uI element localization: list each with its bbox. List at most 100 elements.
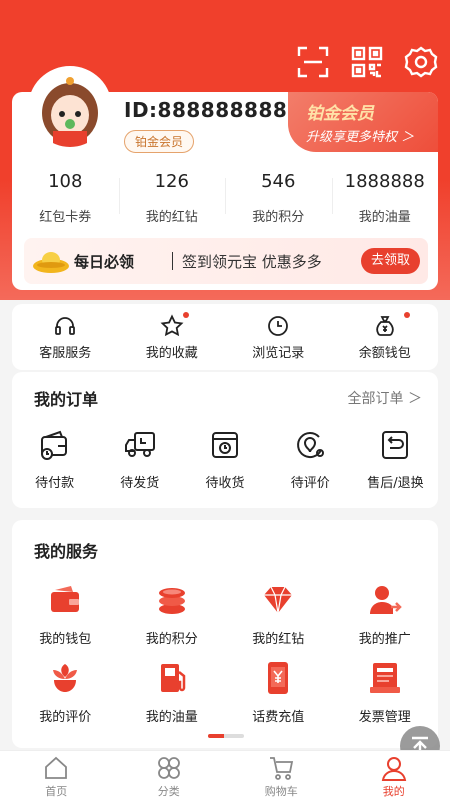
order-after-sales[interactable]: 售后/退换 <box>353 428 438 491</box>
tab-label: 分类 <box>157 785 180 798</box>
order-pending-receipt[interactable]: 待收货 <box>182 428 267 491</box>
order-pending-review[interactable]: 待评价 <box>268 428 353 491</box>
diamond-icon <box>260 582 296 618</box>
services-title: 我的服务 <box>34 542 99 561</box>
service-label: 我的红钻 <box>252 632 305 647</box>
quick-links-card: 客服服务 我的收藏 浏览记录 余额钱包 <box>12 304 438 370</box>
tab-home[interactable]: 首页 <box>0 751 113 800</box>
service-promotion[interactable]: 我的推广 <box>332 582 439 647</box>
vip-title: 铂金会员 <box>306 104 374 124</box>
service-label: 我的推广 <box>358 632 411 647</box>
package-icon <box>208 428 242 462</box>
service-phone-recharge[interactable]: 话费充值 <box>225 660 332 725</box>
flower-icon <box>47 660 83 696</box>
user-id: ID:888888888 <box>124 98 288 122</box>
category-icon <box>156 755 182 781</box>
user-icon <box>381 755 407 781</box>
home-icon <box>43 755 69 781</box>
all-orders-link[interactable]: 全部订单 ＞ <box>348 388 422 408</box>
avatar[interactable] <box>28 66 112 150</box>
tab-cart[interactable]: 购物车 <box>225 751 338 800</box>
service-label: 话费充值 <box>252 710 305 725</box>
order-pending-payment[interactable]: 待付款 <box>12 428 97 491</box>
order-status-label: 售后/退换 <box>367 476 424 491</box>
stat-coupons[interactable]: 108 红包卡券 <box>12 168 119 225</box>
service-label: 发票管理 <box>358 710 411 725</box>
services-row-2: 我的评价 我的油量 话费充值 发票管理 <box>12 660 438 725</box>
quick-wallet[interactable]: 余额钱包 <box>332 304 439 370</box>
headset-icon <box>53 314 77 338</box>
divider <box>172 252 173 270</box>
scan-icon[interactable] <box>296 45 330 79</box>
clock-icon <box>266 314 290 338</box>
coins-icon <box>154 582 190 618</box>
stat-value: 108 <box>48 171 83 192</box>
stat-label: 我的积分 <box>252 210 305 225</box>
tab-label: 首页 <box>45 785 68 798</box>
stat-value: 126 <box>154 171 189 192</box>
orders-title: 我的订单 <box>34 390 99 409</box>
cart-icon <box>268 755 294 781</box>
truck-icon <box>123 428 157 462</box>
stat-label: 我的油量 <box>358 210 411 225</box>
tab-mine[interactable]: 我的 <box>338 751 450 800</box>
order-status-label: 待付款 <box>35 476 75 491</box>
money-bag-icon <box>373 314 397 338</box>
daily-checkin-banner[interactable]: 每日必领 签到领元宝 优惠多多 去领取 <box>24 238 428 284</box>
service-reviews[interactable]: 我的评价 <box>12 660 119 725</box>
member-level-badge: 铂金会员 <box>124 130 195 153</box>
daily-description: 签到领元宝 优惠多多 <box>182 253 322 271</box>
quick-customer-service[interactable]: 客服服务 <box>12 304 119 370</box>
order-status-label: 待收货 <box>205 476 245 491</box>
service-label: 我的积分 <box>145 632 198 647</box>
return-icon <box>378 428 412 462</box>
vip-upgrade-banner[interactable]: 铂金会员 升级享更多特权 ＞ <box>288 92 438 152</box>
service-label: 我的钱包 <box>39 632 92 647</box>
tab-label: 我的 <box>382 785 405 798</box>
services-card: 我的服务 我的钱包 我的积分 我的红钻 我的推广 我的评价 我的油量 话费充值 … <box>12 520 438 748</box>
stats-row: 108 红包卡券 126 我的红钻 546 我的积分 1888888 我的油量 <box>12 168 438 225</box>
service-wallet[interactable]: 我的钱包 <box>12 582 119 647</box>
order-pending-shipment[interactable]: 待发货 <box>97 428 182 491</box>
promote-icon <box>367 582 403 618</box>
page-indicator <box>208 734 244 738</box>
order-status-label: 待发货 <box>120 476 160 491</box>
settings-icon[interactable] <box>404 45 438 79</box>
order-status-row: 待付款 待发货 待收货 待评价 售后/退换 <box>12 428 438 491</box>
quick-label: 余额钱包 <box>358 346 411 361</box>
phone-recharge-icon <box>260 660 296 696</box>
tab-category[interactable]: 分类 <box>113 751 226 800</box>
quick-history[interactable]: 浏览记录 <box>225 304 332 370</box>
header-actions <box>296 45 438 79</box>
fuel-icon <box>154 660 190 696</box>
gold-ingot-icon <box>32 248 70 274</box>
orders-card: 我的订单 全部订单 ＞ 待付款 待发货 待收货 待评价 售后/退换 <box>12 372 438 508</box>
stat-label: 红包卡券 <box>39 210 92 225</box>
service-fuel[interactable]: 我的油量 <box>119 660 226 725</box>
tab-label: 购物车 <box>264 785 298 798</box>
wallet-icon <box>47 582 83 618</box>
stat-points[interactable]: 546 我的积分 <box>225 168 332 225</box>
bottom-tab-bar: 首页 分类 购物车 我的 <box>0 750 450 800</box>
quick-favorites[interactable]: 我的收藏 <box>119 304 226 370</box>
quick-label: 浏览记录 <box>252 346 305 361</box>
vip-subtitle: 升级享更多特权 ＞ <box>306 130 415 145</box>
quick-label: 客服服务 <box>39 346 92 361</box>
star-icon <box>160 314 184 338</box>
stat-value: 1888888 <box>344 171 425 192</box>
service-label: 我的评价 <box>39 710 92 725</box>
qrcode-icon[interactable] <box>350 45 384 79</box>
order-status-label: 待评价 <box>290 476 330 491</box>
service-red-diamonds[interactable]: 我的红钻 <box>225 582 332 647</box>
stat-value: 546 <box>261 171 296 192</box>
daily-title: 每日必领 <box>74 253 135 271</box>
claim-button[interactable]: 去领取 <box>360 248 420 274</box>
wallet-icon <box>38 428 72 462</box>
service-invoice[interactable]: 发票管理 <box>332 660 439 725</box>
service-label: 我的油量 <box>145 710 198 725</box>
service-points[interactable]: 我的积分 <box>119 582 226 647</box>
notification-dot <box>182 312 189 318</box>
stat-red-diamonds[interactable]: 126 我的红钻 <box>118 168 226 225</box>
quick-label: 我的收藏 <box>145 346 198 361</box>
stat-fuel[interactable]: 1888888 我的油量 <box>331 168 439 225</box>
